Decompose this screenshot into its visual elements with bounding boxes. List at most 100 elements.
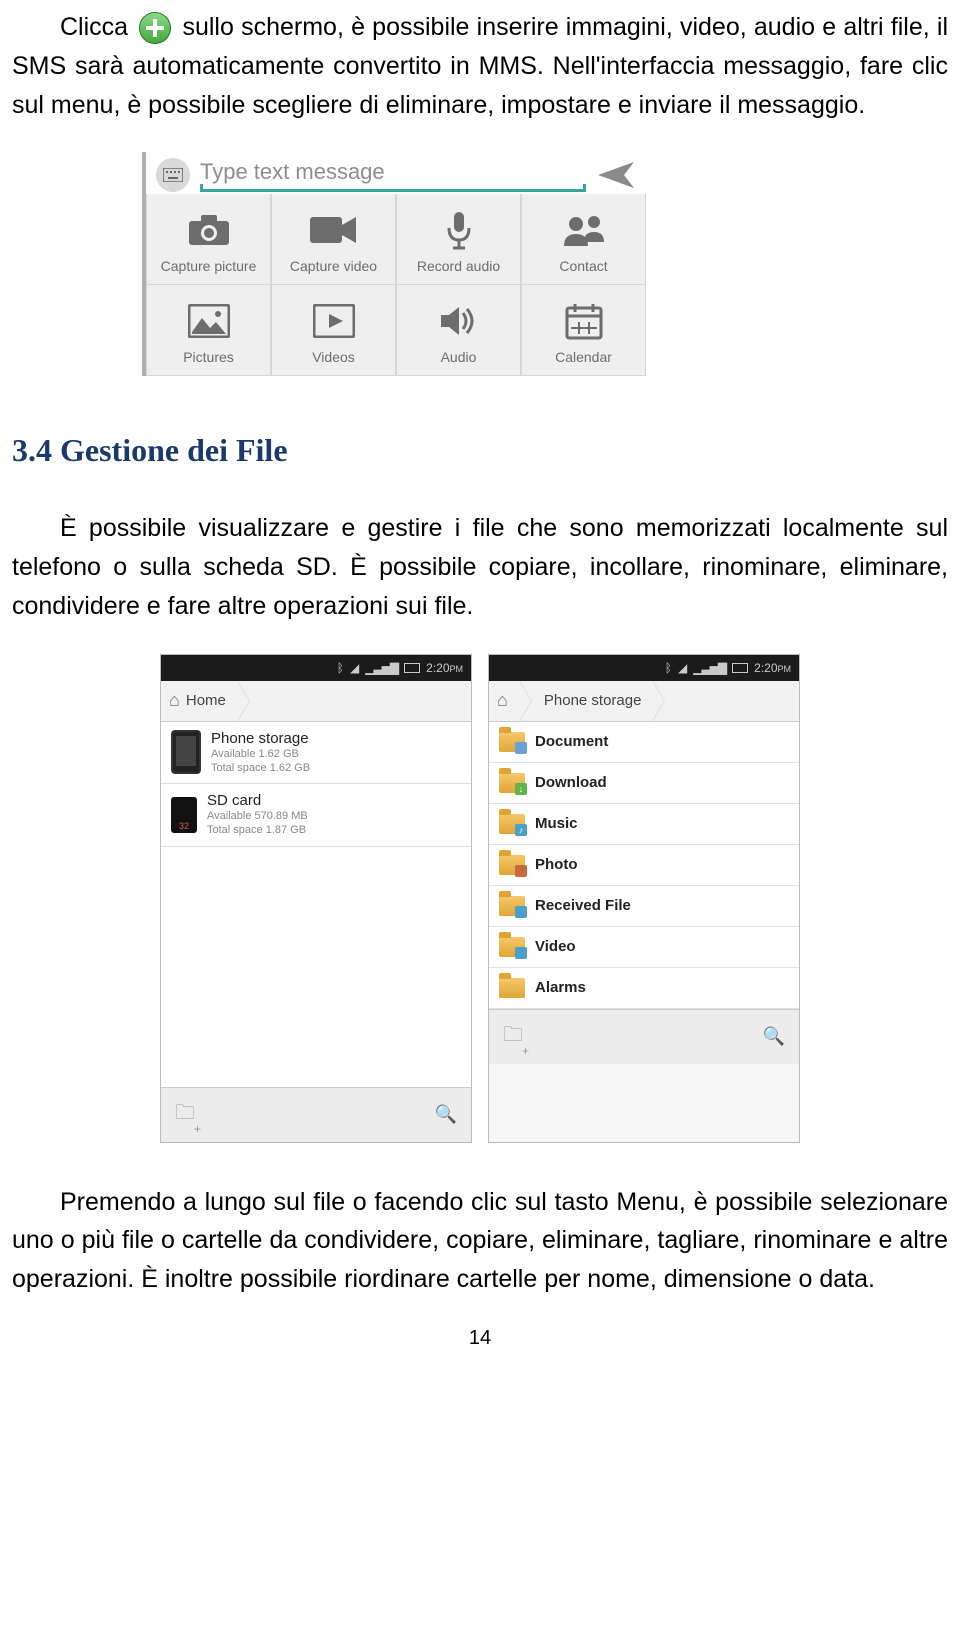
crumb-separator [520, 681, 532, 721]
signal-icon: ▁▃▅▇ [365, 661, 398, 675]
attach-label: Audio [397, 349, 520, 365]
camera-icon [147, 208, 270, 252]
attach-label: Videos [272, 349, 395, 365]
contact-icon [522, 208, 645, 252]
search-icon[interactable]: 🔍 [763, 1026, 785, 1047]
new-folder-icon[interactable]: 🗀 [175, 1098, 195, 1132]
folder-name: Alarms [535, 979, 586, 996]
message-placeholder: Type text message [200, 159, 586, 185]
attach-label: Capture video [272, 258, 395, 274]
attach-label: Record audio [397, 258, 520, 274]
attach-play[interactable]: Videos [271, 285, 396, 376]
attach-speaker[interactable]: Audio [396, 285, 521, 376]
folder-item[interactable]: Received File [489, 886, 799, 927]
folder-name: Download [535, 774, 607, 791]
wifi-icon: ◢ [678, 661, 687, 675]
video-icon [272, 208, 395, 252]
folder-item[interactable]: Video [489, 927, 799, 968]
clicca-word: Clicca [60, 13, 128, 41]
bluetooth-icon: ᛒ [665, 661, 672, 675]
folder-list: Document ↓ Download ♪ Music Photo Received Fil… [489, 722, 799, 1009]
folder-item[interactable]: Alarms [489, 968, 799, 1009]
battery-icon [732, 663, 748, 673]
storage-list: Phone storageAvailable 1.62 GBTotal spac… [161, 722, 471, 847]
folder-icon [499, 855, 525, 875]
empty-space [161, 847, 471, 1087]
attach-image[interactable]: Pictures [146, 285, 271, 376]
message-input-row: Type text message [146, 152, 646, 194]
breadcrumb[interactable]: ⌂ Phone storage [489, 681, 799, 722]
folder-name: Received File [535, 897, 631, 914]
crumb-label: Phone storage [544, 692, 642, 709]
folder-icon [499, 896, 525, 916]
file-manager-right: ᛒ ◢ ▁▃▅▇ 2:20PM ⌂ Phone storage Document… [488, 654, 800, 1143]
home-icon: ⌂ [497, 690, 508, 711]
send-icon[interactable] [596, 158, 636, 192]
attach-camera[interactable]: Capture picture [146, 194, 271, 285]
attach-label: Contact [522, 258, 645, 274]
breadcrumb[interactable]: ⌂ Home [161, 681, 471, 722]
calendar-icon [522, 299, 645, 343]
bottom-toolbar: 🗀 🔍 [489, 1009, 799, 1064]
folder-name: Video [535, 938, 576, 955]
file-manager-row: ᛒ ◢ ▁▃▅▇ 2:20PM ⌂ Home Phone storageAvai… [12, 654, 948, 1143]
home-icon: ⌂ [169, 690, 180, 711]
battery-icon [404, 663, 420, 673]
document-page: Clicca sullo schermo, è possibile inseri… [0, 8, 960, 1370]
bottom-toolbar: 🗀 🔍 [161, 1087, 471, 1142]
status-time: 2:20PM [754, 661, 791, 675]
speaker-icon [397, 299, 520, 343]
storage-text: SD cardAvailable 570.89 MBTotal space 1.… [207, 792, 308, 838]
attach-label: Pictures [147, 349, 270, 365]
keyboard-icon[interactable] [156, 158, 190, 192]
folder-item[interactable]: ↓ Download [489, 763, 799, 804]
input-underline [200, 189, 586, 192]
image-icon [147, 299, 270, 343]
folder-icon: ↓ [499, 773, 525, 793]
folder-name: Music [535, 815, 578, 832]
folder-name: Photo [535, 856, 578, 873]
new-folder-icon[interactable]: 🗀 [503, 1020, 523, 1054]
search-icon[interactable]: 🔍 [435, 1104, 457, 1125]
folder-icon [499, 937, 525, 957]
attach-label: Capture picture [147, 258, 270, 274]
play-icon [272, 299, 395, 343]
folder-item[interactable]: Photo [489, 845, 799, 886]
attach-mic[interactable]: Record audio [396, 194, 521, 285]
long-press-paragraph: Premendo a lungo sul file o facendo clic… [12, 1183, 948, 1299]
bluetooth-icon: ᛒ [337, 661, 344, 675]
plus-icon [139, 12, 171, 44]
storage-text: Phone storageAvailable 1.62 GBTotal spac… [211, 730, 310, 776]
folder-item[interactable]: ♪ Music [489, 804, 799, 845]
status-bar: ᛒ ◢ ▁▃▅▇ 2:20PM [161, 655, 471, 681]
attach-video[interactable]: Capture video [271, 194, 396, 285]
crumb-separator [238, 681, 250, 721]
file-manager-left: ᛒ ◢ ▁▃▅▇ 2:20PM ⌂ Home Phone storageAvai… [160, 654, 472, 1143]
messaging-attach-panel: Type text message Capture pictureCapture… [142, 152, 646, 376]
page-number: 14 [12, 1327, 948, 1350]
attach-grid: Capture pictureCapture videoRecord audio… [146, 194, 646, 376]
folder-item[interactable]: Document [489, 722, 799, 763]
crumb-separator [653, 681, 665, 721]
folder-icon [499, 732, 525, 752]
status-time: 2:20PM [426, 661, 463, 675]
phone-icon [171, 730, 201, 774]
signal-icon: ▁▃▅▇ [693, 661, 726, 675]
sdcard-icon: 32 [171, 797, 197, 833]
attach-contact[interactable]: Contact [521, 194, 646, 285]
section-heading: 3.4 Gestione dei File [12, 432, 948, 469]
file-mgmt-paragraph: È possibile visualizzare e gestire i fil… [12, 509, 948, 625]
message-input[interactable]: Type text message [200, 159, 586, 192]
storage-item[interactable]: 32 SD cardAvailable 570.89 MBTotal space … [161, 784, 471, 847]
attach-label: Calendar [522, 349, 645, 365]
wifi-icon: ◢ [350, 661, 359, 675]
status-bar: ᛒ ◢ ▁▃▅▇ 2:20PM [489, 655, 799, 681]
attach-calendar[interactable]: Calendar [521, 285, 646, 376]
storage-item[interactable]: Phone storageAvailable 1.62 GBTotal spac… [161, 722, 471, 785]
folder-icon [499, 978, 525, 998]
intro-paragraph: Clicca sullo schermo, è possibile inseri… [12, 8, 948, 124]
crumb-label: Home [186, 692, 226, 709]
mic-icon [397, 208, 520, 252]
folder-name: Document [535, 733, 608, 750]
folder-icon: ♪ [499, 814, 525, 834]
